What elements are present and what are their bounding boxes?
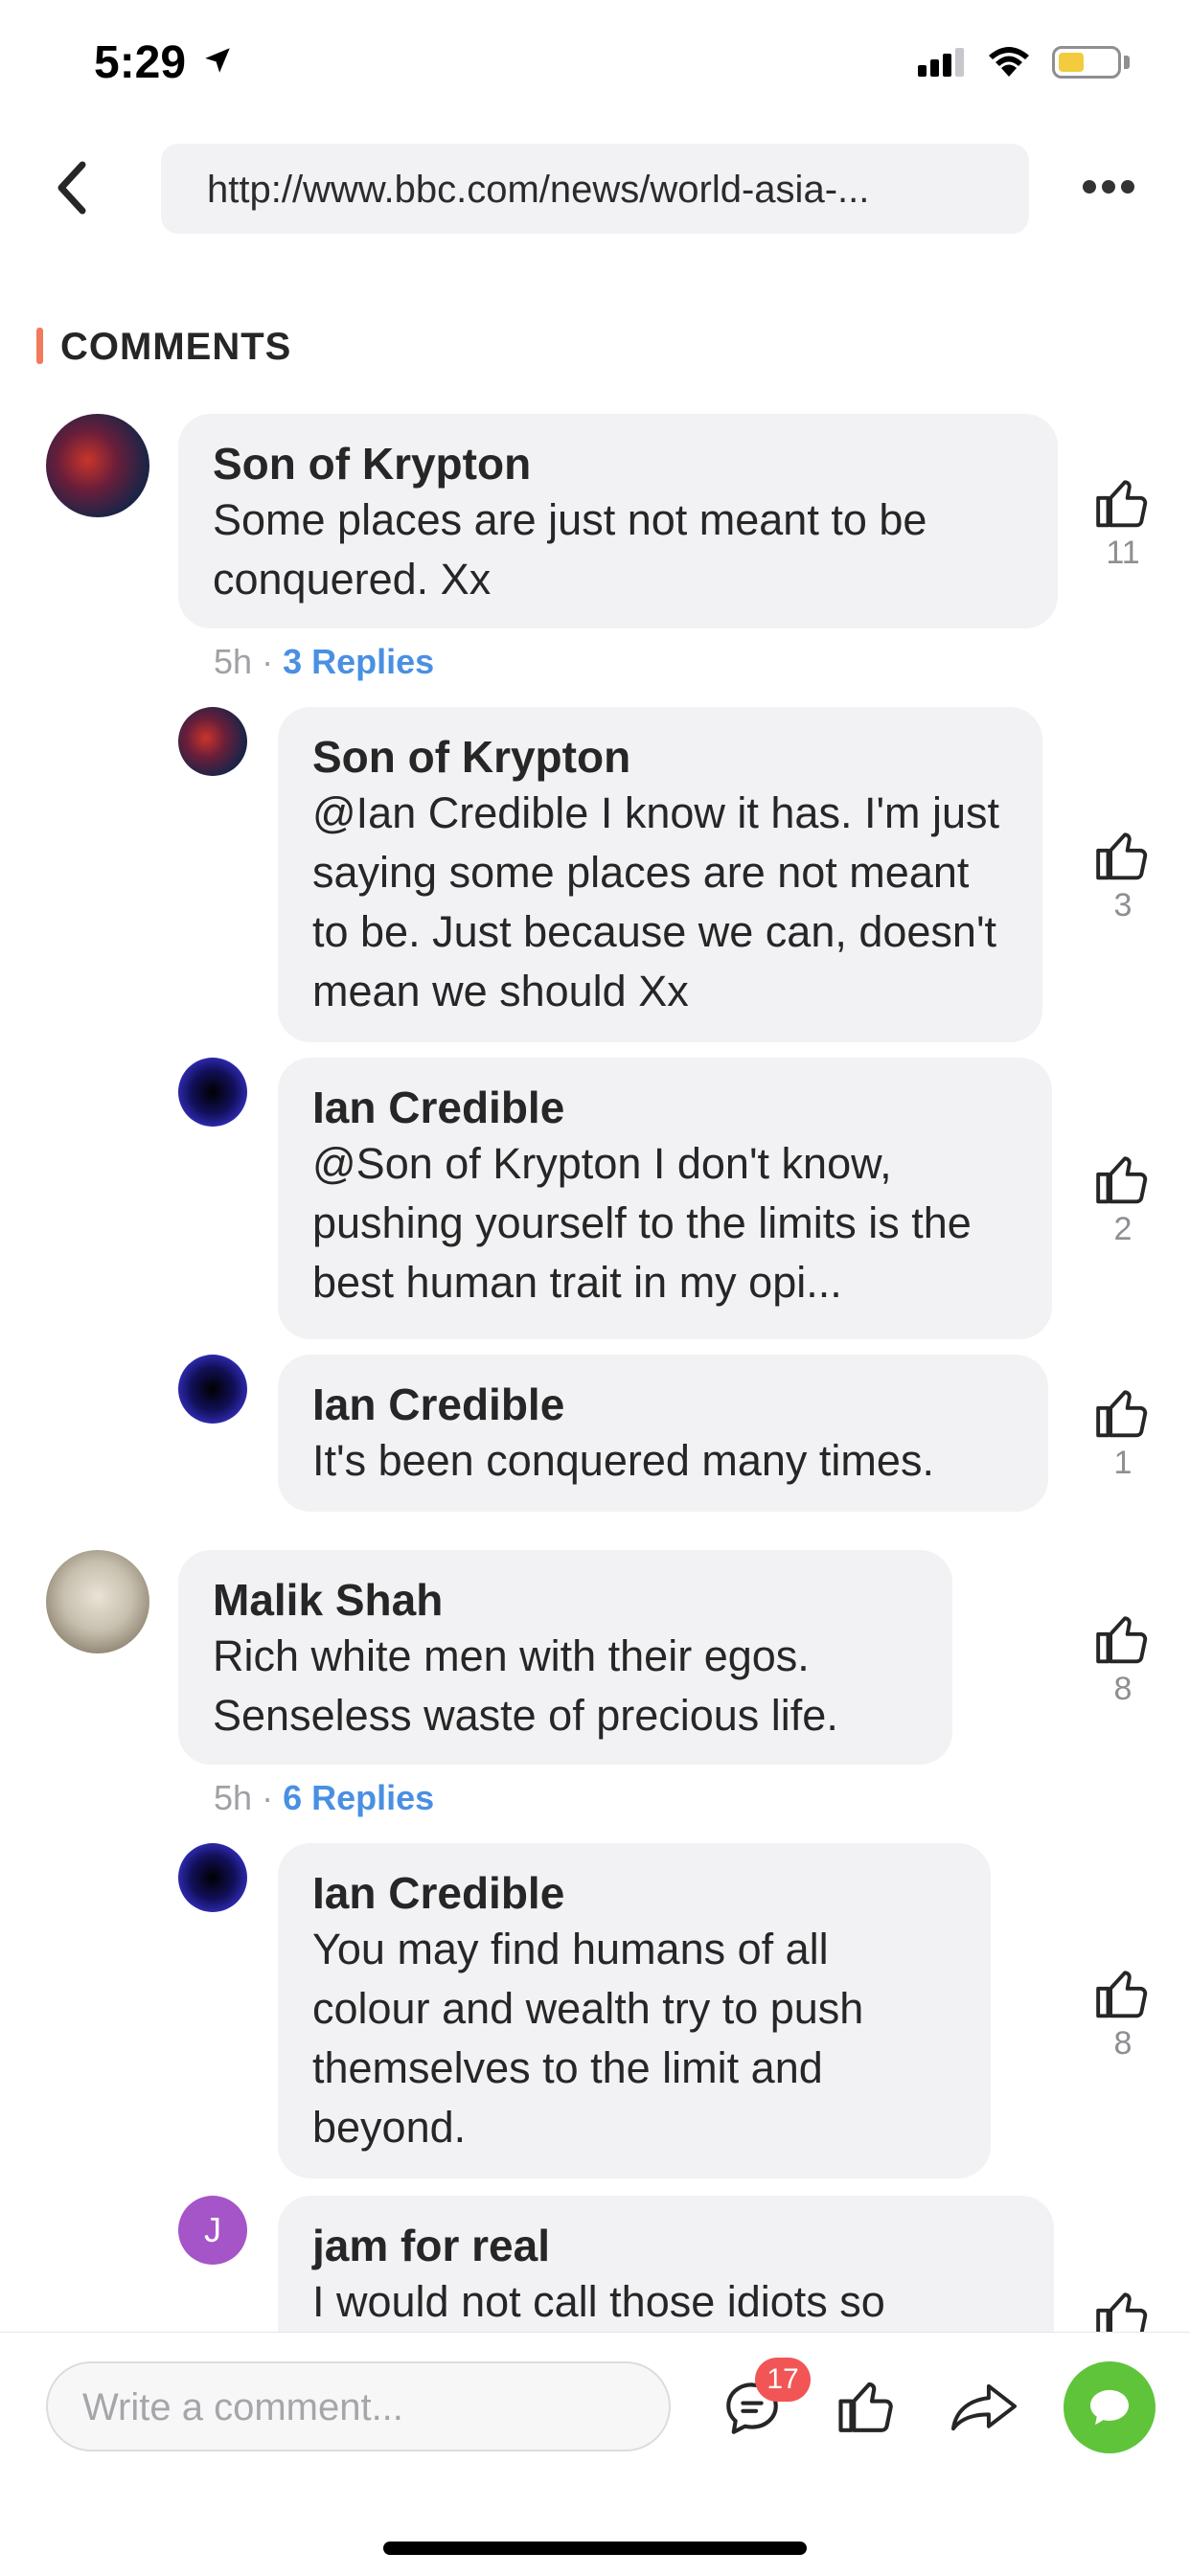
status-time: 5:29: [94, 37, 187, 88]
comment-bubble[interactable]: Son of Krypton Some places are just not …: [178, 414, 1058, 628]
comment-count-badge: 17: [755, 2358, 811, 2402]
like-count: 8: [1113, 1671, 1133, 1707]
reply-bubble[interactable]: Ian Credible It's been conquered many ti…: [278, 1355, 1048, 1512]
reply-bubble[interactable]: Ian Credible @Son of Krypton I don't kno…: [278, 1058, 1052, 1339]
reply-author[interactable]: Ian Credible: [312, 1866, 956, 1920]
comment-meta: 5h · 6 Replies: [214, 1778, 434, 1818]
like-count: 3: [1113, 887, 1133, 923]
thumbs-up-icon: [1096, 1156, 1148, 1204]
reply-bubble[interactable]: Son of Krypton @Ian Credible I know it h…: [278, 707, 1042, 1042]
like-button[interactable]: 8: [1085, 1964, 1161, 2063]
battery-tip: [1124, 56, 1130, 69]
wifi-icon: [989, 47, 1029, 77]
location-arrow-icon: [205, 48, 230, 73]
avatar[interactable]: [46, 1550, 149, 1653]
comment-text: Some places are just not meant to be con…: [213, 495, 927, 604]
meta-separator: ·: [262, 642, 274, 681]
home-indicator: [383, 2542, 807, 2555]
reply-text: @Ian Credible I know it has. I'm just sa…: [312, 788, 1000, 1015]
comment-time: 5h: [214, 1778, 253, 1817]
thumbs-up-icon: [1096, 1616, 1148, 1664]
thumbs-up-icon: [1096, 480, 1148, 528]
like-count: 2: [1113, 1211, 1133, 1247]
share-arrow-icon[interactable]: [949, 2379, 1019, 2436]
reply-text: @Son of Krypton I don't know, pushing yo…: [312, 1139, 972, 1307]
more-dots-icon[interactable]: [1083, 180, 1134, 195]
thumbs-up-icon: [1096, 1390, 1148, 1438]
meta-separator: ·: [262, 1778, 274, 1817]
like-count: 11: [1106, 535, 1140, 571]
like-button[interactable]: 8: [1085, 1609, 1161, 1708]
reply-author[interactable]: Son of Krypton: [312, 730, 1008, 784]
url-bar[interactable]: http://www.bbc.com/news/world-asia-...: [161, 144, 1029, 234]
comment-author[interactable]: Son of Krypton: [213, 437, 1023, 490]
battery-icon: [1052, 46, 1121, 79]
comment-meta: 5h · 3 Replies: [214, 642, 434, 682]
reply-text: I would not call those idiots so: [312, 2277, 885, 2326]
comment-input-placeholder: Write a comment...: [82, 2386, 403, 2428]
reply-bubble[interactable]: Ian Credible You may find humans of all …: [278, 1843, 991, 2178]
thumbs-up-icon: [1096, 832, 1148, 880]
like-button[interactable]: 11: [1085, 473, 1161, 572]
like-count: 8: [1113, 2025, 1133, 2062]
comment-text: Rich white men with their egos. Senseles…: [213, 1631, 838, 1740]
avatar[interactable]: J: [178, 2196, 247, 2265]
url-text: http://www.bbc.com/news/world-asia-...: [207, 169, 870, 211]
comment-bubble[interactable]: Malik Shah Rich white men with their ego…: [178, 1550, 952, 1765]
avatar[interactable]: [178, 1355, 247, 1424]
like-button[interactable]: 3: [1085, 826, 1161, 924]
like-button[interactable]: 2: [1085, 1150, 1161, 1248]
bottom-action-bar: Write a comment... 17: [0, 2332, 1190, 2576]
section-marker: [36, 328, 43, 364]
like-button[interactable]: 1: [1085, 1383, 1161, 1482]
avatar[interactable]: [178, 1843, 247, 1912]
reply-text: You may find humans of all colour and we…: [312, 1925, 864, 2152]
thumbs-up-icon[interactable]: [835, 2375, 899, 2438]
chat-fab-icon: [1090, 2389, 1129, 2426]
back-chevron-icon[interactable]: [48, 159, 98, 217]
comment-input[interactable]: Write a comment...: [46, 2361, 671, 2451]
reply-text: It's been conquered many times.: [312, 1436, 934, 1485]
like-count: 1: [1113, 1445, 1133, 1481]
replies-link[interactable]: 6 Replies: [283, 1778, 434, 1817]
reply-author[interactable]: Ian Credible: [312, 1378, 1014, 1431]
replies-link[interactable]: 3 Replies: [283, 642, 434, 681]
reply-author[interactable]: Ian Credible: [312, 1081, 1018, 1134]
chat-fab-button[interactable]: [1064, 2361, 1156, 2453]
avatar[interactable]: [178, 707, 247, 776]
cellular-signal-icon: [918, 48, 966, 77]
reply-author[interactable]: jam for real: [312, 2219, 1019, 2272]
comment-author[interactable]: Malik Shah: [213, 1573, 918, 1627]
thumbs-up-icon: [1096, 1971, 1148, 2018]
avatar[interactable]: [178, 1058, 247, 1127]
comment-time: 5h: [214, 642, 253, 681]
section-title: COMMENTS: [60, 326, 292, 368]
avatar[interactable]: [46, 414, 149, 517]
